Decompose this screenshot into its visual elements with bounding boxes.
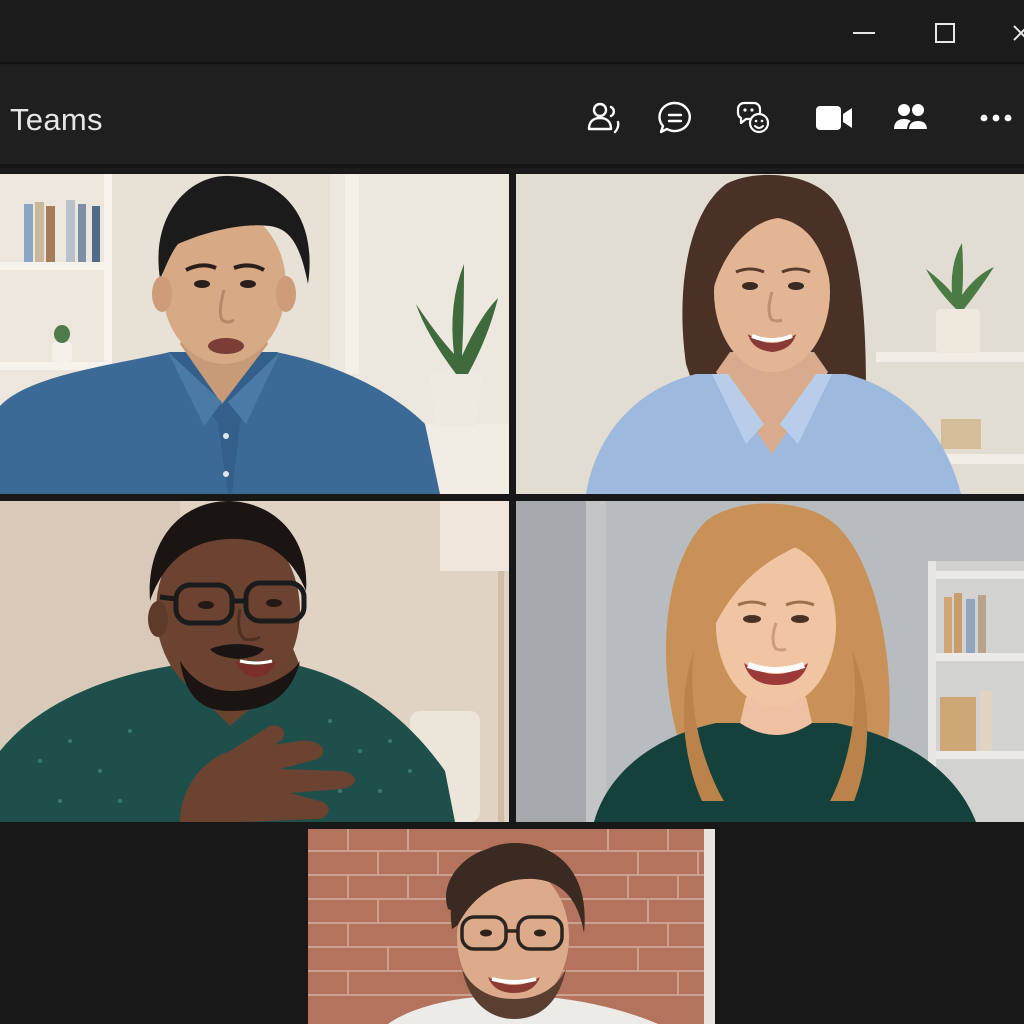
breakout-rooms-icon — [894, 104, 930, 131]
maximize-button[interactable] — [928, 16, 962, 50]
more-options-icon — [980, 114, 1012, 122]
camera-button[interactable] — [814, 98, 854, 138]
chat-icon — [658, 101, 691, 134]
participant-video-5 — [308, 829, 715, 1024]
breakout-rooms-button[interactable] — [891, 98, 931, 138]
participant-video-tile-4[interactable] — [516, 501, 1024, 822]
participant-video-tile-1[interactable] — [0, 174, 509, 494]
close-icon — [1013, 25, 1024, 41]
close-button[interactable] — [1004, 16, 1024, 50]
minimize-icon — [853, 32, 875, 34]
video-gallery — [0, 172, 1024, 1024]
people-icon — [587, 102, 620, 134]
camera-icon — [816, 106, 852, 130]
maximize-icon — [935, 23, 955, 43]
participant-video-tile-3[interactable] — [0, 501, 509, 822]
chat-button[interactable] — [655, 98, 695, 138]
people-button[interactable] — [584, 98, 624, 138]
app-title: Teams — [10, 102, 103, 137]
participant-video-4 — [516, 501, 1024, 822]
participant-video-1 — [0, 174, 509, 494]
minimize-button[interactable] — [847, 16, 881, 50]
meeting-toolbar: Teams — [0, 66, 1024, 168]
reactions-button[interactable] — [733, 98, 773, 138]
more-options-button[interactable] — [976, 98, 1016, 138]
participant-video-3 — [0, 501, 509, 822]
title-bar — [0, 0, 1024, 64]
participant-video-2 — [516, 174, 1024, 494]
participant-video-tile-2[interactable] — [516, 174, 1024, 494]
participant-video-tile-5[interactable] — [308, 829, 715, 1024]
reactions-icon — [736, 101, 770, 134]
